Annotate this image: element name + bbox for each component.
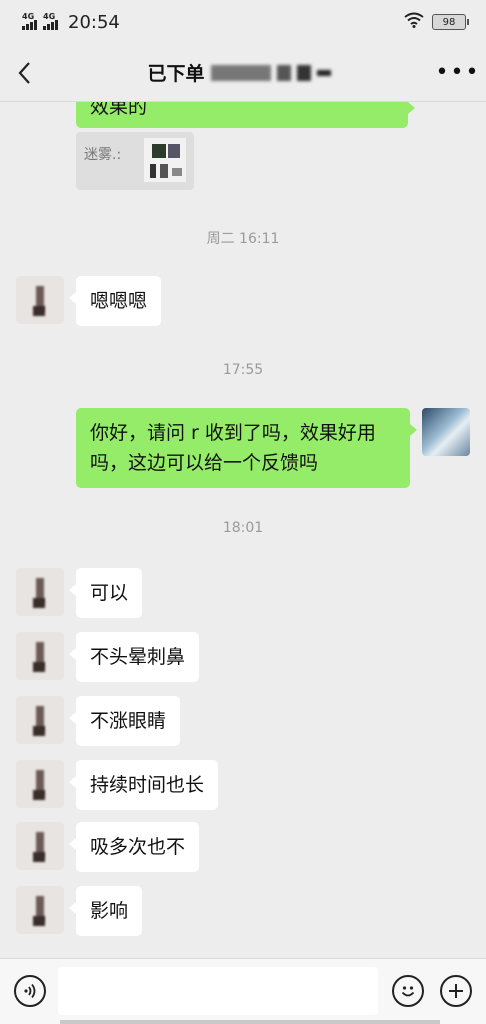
clock: 20:54	[68, 11, 120, 33]
redacted-name	[210, 64, 271, 81]
timestamp: 周二 16:11	[206, 231, 280, 247]
avatar[interactable]	[16, 568, 64, 616]
battery-level: 98	[442, 16, 456, 28]
add-button[interactable]	[440, 975, 472, 1007]
message-text: 不涨眼睛	[90, 710, 167, 732]
message-text: 不头晕刺鼻	[90, 646, 186, 668]
chat-header: 已下单 •••	[0, 44, 486, 102]
message-bubble-incoming[interactable]: 影响	[68, 886, 143, 936]
redacted-name	[296, 64, 311, 81]
message-bubble-incoming[interactable]: 吸多次也不	[68, 822, 200, 872]
message-bubble-incoming[interactable]: 嗯嗯嗯	[68, 276, 162, 326]
message-text: 持续时间也长	[90, 774, 205, 796]
battery-icon: 98	[432, 14, 469, 30]
avatar[interactable]	[16, 696, 64, 744]
quote-thumbnail	[144, 138, 186, 182]
input-bar	[0, 958, 486, 1024]
avatar[interactable]	[16, 886, 64, 934]
message-bubble-incoming[interactable]: 不头晕刺鼻	[68, 632, 200, 682]
voice-button[interactable]	[14, 975, 46, 1007]
back-button[interactable]	[0, 44, 48, 102]
emoji-button[interactable]	[392, 975, 424, 1007]
signal-icon: 4G	[22, 12, 37, 30]
message-input[interactable]	[58, 967, 378, 1015]
voice-icon	[24, 983, 36, 999]
more-icon: •••	[435, 60, 481, 85]
message-text: 影响	[90, 900, 129, 922]
avatar[interactable]	[16, 822, 64, 870]
quote-label: 迷雾.:	[84, 147, 122, 163]
message-bubble-incoming[interactable]: 可以	[68, 568, 143, 618]
message-text: 吗，这边可以给一个反馈吗	[90, 452, 319, 474]
message-bubble-incoming[interactable]: 不涨眼睛	[68, 696, 181, 746]
avatar[interactable]	[16, 276, 64, 324]
signal-label: 4G	[22, 12, 35, 21]
timestamp: 18:01	[222, 520, 264, 536]
chevron-left-icon	[18, 61, 30, 84]
status-bar: 4G 4G 20:54 98	[0, 0, 486, 44]
chat-area[interactable]: 效果的 迷雾.: 周二 16:11 嗯嗯嗯 17:55 你好，请问 r 收到了吗…	[0, 102, 486, 958]
chat-title: 已下单	[48, 59, 430, 86]
message-text: 可以	[90, 582, 129, 604]
add-icon	[449, 984, 463, 998]
quote-card[interactable]: 迷雾.:	[76, 132, 194, 190]
message-bubble-incoming[interactable]: 持续时间也长	[68, 760, 219, 810]
message-text: 效果的	[90, 102, 148, 118]
timestamp: 17:55	[222, 362, 264, 378]
emoji-icon	[401, 986, 415, 997]
avatar[interactable]	[16, 632, 64, 680]
avatar[interactable]	[422, 408, 470, 456]
message-bubble-outgoing[interactable]: 效果的	[76, 102, 415, 128]
message-bubble-outgoing[interactable]: 你好，请问 r 收到了吗，效果好用 吗，这边可以给一个反馈吗	[76, 408, 417, 488]
avatar[interactable]	[16, 760, 64, 808]
message-text: 吸多次也不	[90, 836, 186, 858]
signal-label: 4G	[43, 12, 56, 21]
message-text: 嗯嗯嗯	[90, 290, 148, 312]
message-text: 你好，请问 r 收到了吗，效果好用	[90, 422, 376, 444]
redacted-name	[316, 69, 331, 76]
home-indicator	[60, 1020, 440, 1024]
signal-icon: 4G	[43, 12, 58, 30]
chat-title-text: 已下单	[147, 63, 205, 85]
wifi-icon	[404, 12, 424, 33]
redacted-name	[276, 64, 291, 81]
more-options-button[interactable]: •••	[430, 44, 486, 102]
